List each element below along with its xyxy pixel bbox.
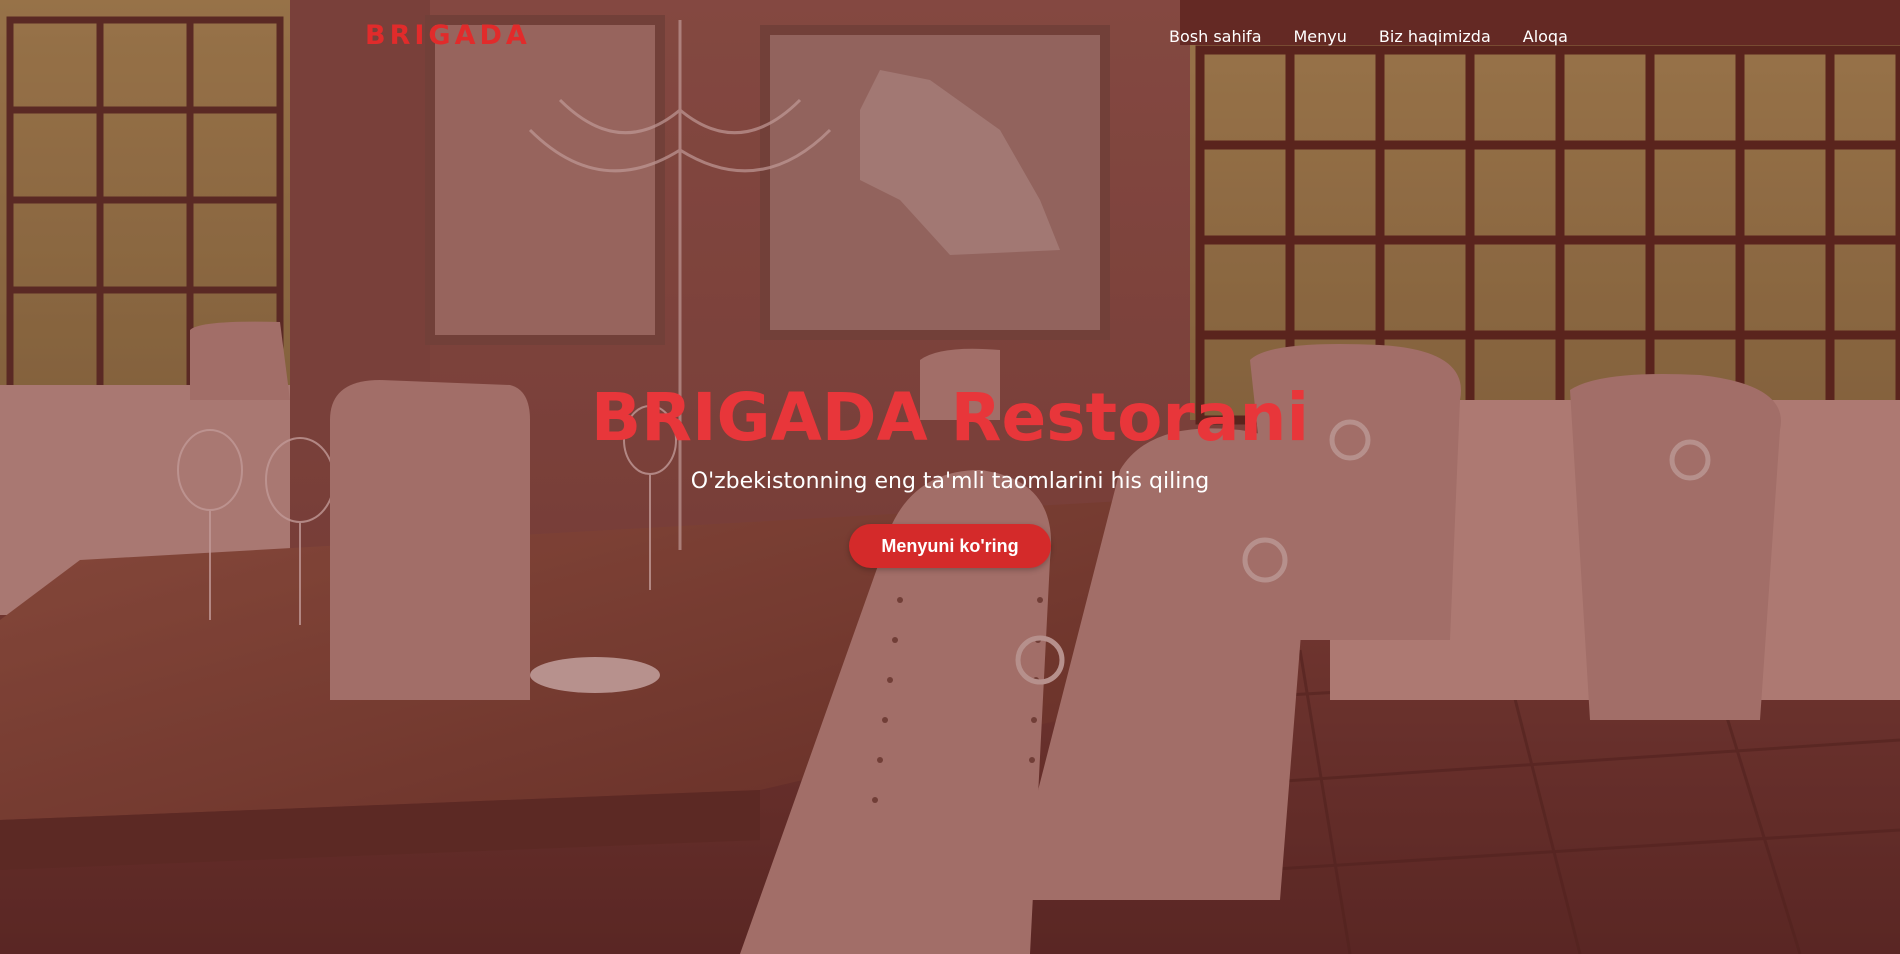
nav-item-about[interactable]: Biz haqimizda bbox=[1379, 27, 1491, 46]
nav-item-home[interactable]: Bosh sahifa bbox=[1169, 27, 1262, 46]
site-header: BRIGADA Bosh sahifa Menyu Biz haqimizda … bbox=[0, 0, 1900, 76]
hero-title: BRIGADA Restorani bbox=[590, 379, 1310, 456]
hero-section: BRIGADA Bosh sahifa Menyu Biz haqimizda … bbox=[0, 0, 1900, 954]
nav-item-contact[interactable]: Aloqa bbox=[1523, 27, 1568, 46]
hero-subtitle: O'zbekistonning eng ta'mli taomlarini hi… bbox=[690, 469, 1210, 494]
view-menu-button[interactable]: Menyuni ko'ring bbox=[849, 524, 1051, 568]
brand-logo[interactable]: BRIGADA bbox=[365, 20, 531, 51]
main-nav: Bosh sahifa Menyu Biz haqimizda Aloqa bbox=[1169, 27, 1568, 46]
nav-item-menu[interactable]: Menyu bbox=[1294, 27, 1347, 46]
hero-content: BRIGADA Restorani O'zbekistonning eng ta… bbox=[0, 375, 1900, 568]
